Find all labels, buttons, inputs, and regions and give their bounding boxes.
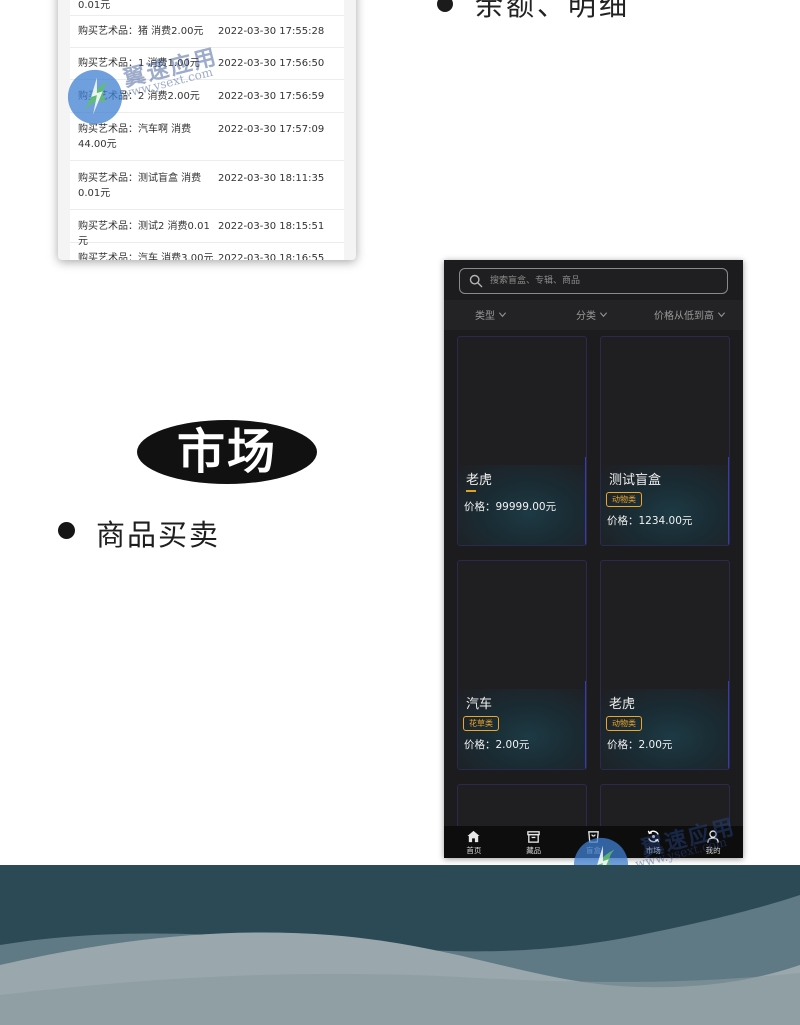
bullet-dot <box>58 522 75 539</box>
filter-type[interactable]: 类型 <box>475 307 507 322</box>
feature-text: 商品买卖 <box>96 518 221 552</box>
card-edge <box>728 681 729 769</box>
chevron-down-icon <box>498 312 507 318</box>
record-row: 0.01元 <box>70 0 344 16</box>
record-desc: 0.01元 <box>78 0 111 11</box>
search-icon <box>469 274 483 288</box>
home-icon <box>467 830 480 842</box>
product-price: 价格：99999.00元 <box>464 501 557 513</box>
filter-label: 价格从低到高 <box>654 311 714 322</box>
product-category-tag: 动物类 <box>606 716 642 731</box>
card-edge <box>728 457 729 545</box>
filter-price-sort[interactable]: 价格从低到高 <box>654 307 726 322</box>
record-desc: 购买艺术品：测试盲盒 消费0.01元 <box>78 173 202 199</box>
record-row: 购买艺术品：测试2 消费0.01元 2022-03-30 18:15:51 <box>70 210 344 247</box>
product-title: 老虎 <box>609 697 636 712</box>
watermark-logo-icon <box>67 69 123 125</box>
product-title: 老虎 <box>466 473 493 488</box>
market-badge: 市场 <box>137 420 317 484</box>
filter-label: 分类 <box>576 311 596 322</box>
chevron-down-icon <box>599 312 608 318</box>
product-price: 价格：1234.00元 <box>607 515 693 527</box>
bullet-dot <box>437 0 453 12</box>
record-row: 购买艺术品：汽车 消费3.00元 2022-03-30 18:16:55 <box>70 243 344 260</box>
market-phone-screen: 类型 分类 价格从低到高 老虎 价格：99999.00元 测试盲盒 动物类 价格… <box>444 260 743 858</box>
title-underline <box>466 490 476 492</box>
record-time: 2022-03-30 17:56:50 <box>218 58 325 69</box>
card-edge <box>585 681 586 769</box>
record-desc: 购买艺术品：汽车 消费3.00元 <box>78 253 214 260</box>
chevron-down-icon <box>717 312 726 318</box>
filter-bar: 类型 分类 价格从低到高 <box>444 300 743 330</box>
card-edge <box>585 457 586 545</box>
product-card[interactable] <box>457 784 587 826</box>
filter-category[interactable]: 分类 <box>576 307 608 322</box>
record-time: 2022-03-30 18:11:35 <box>218 173 325 184</box>
record-time: 2022-03-30 17:56:59 <box>218 91 325 102</box>
tab-collection[interactable]: 藏品 <box>504 826 564 858</box>
record-time: 2022-03-30 18:15:51 <box>218 221 325 232</box>
collection-icon <box>527 830 540 843</box>
product-category-tag: 花草类 <box>463 716 499 731</box>
product-card[interactable]: 老虎 价格：99999.00元 <box>457 336 587 546</box>
balance-detail-heading: 余额、明细 <box>475 0 631 22</box>
search-input[interactable] <box>490 269 721 293</box>
footer-wave-decoration <box>0 865 800 1025</box>
product-category-tag: 动物类 <box>606 492 642 507</box>
records-phone-card: 0.01元 购买艺术品：猪 消费2.00元 2022-03-30 17:55:2… <box>58 0 356 260</box>
product-grid: 老虎 价格：99999.00元 测试盲盒 动物类 价格：1234.00元 汽车 … <box>444 332 743 826</box>
tab-home[interactable]: 首页 <box>444 826 504 858</box>
product-card[interactable]: 老虎 动物类 价格：2.00元 <box>600 560 730 770</box>
product-card[interactable]: 汽车 花草类 价格：2.00元 <box>457 560 587 770</box>
record-time: 2022-03-30 18:16:55 <box>218 253 325 260</box>
record-desc: 购买艺术品：猪 消费2.00元 <box>78 26 204 37</box>
search-bar[interactable] <box>459 268 728 294</box>
product-price: 价格：2.00元 <box>607 739 673 751</box>
record-time: 2022-03-30 17:57:09 <box>218 124 325 135</box>
record-time: 2022-03-30 17:55:28 <box>218 26 325 37</box>
product-card[interactable]: 测试盲盒 动物类 价格：1234.00元 <box>600 336 730 546</box>
record-desc: 购买艺术品：汽车啊 消费44.00元 <box>78 124 192 150</box>
record-row: 购买艺术品：测试盲盒 消费0.01元 2022-03-30 18:11:35 <box>70 161 344 210</box>
market-badge-text: 市场 <box>176 424 277 480</box>
tab-label: 藏品 <box>526 845 542 855</box>
product-price: 价格：2.00元 <box>464 739 530 751</box>
records-list: 0.01元 购买艺术品：猪 消费2.00元 2022-03-30 17:55:2… <box>70 0 344 260</box>
tab-label: 首页 <box>466 845 482 855</box>
product-title: 测试盲盒 <box>609 473 662 488</box>
product-title: 汽车 <box>466 697 493 712</box>
filter-label: 类型 <box>475 311 495 322</box>
